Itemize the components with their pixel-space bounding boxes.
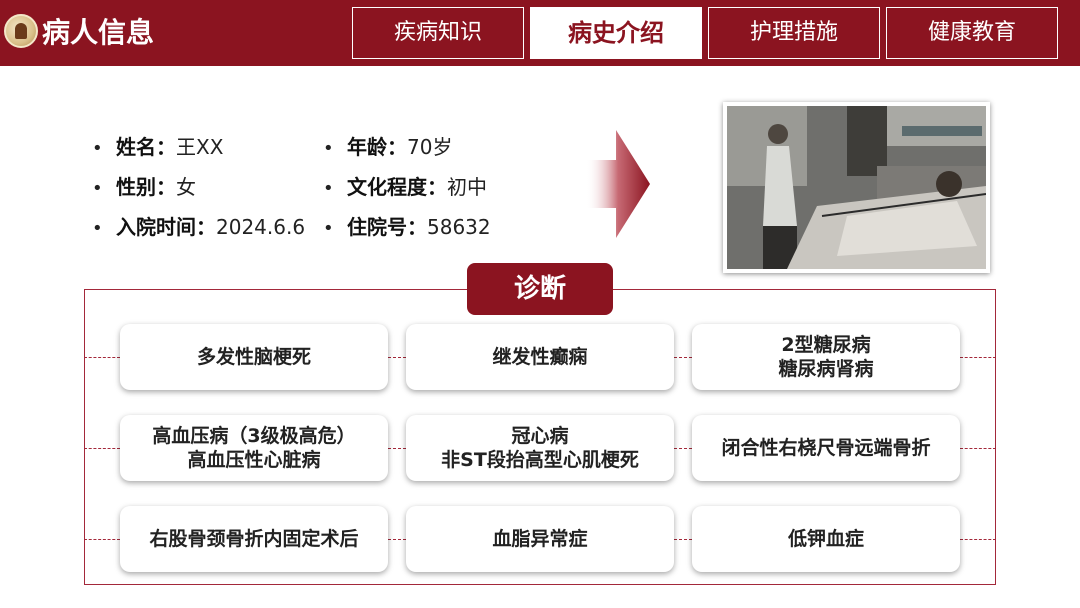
connector-line xyxy=(674,357,692,358)
connector-line xyxy=(960,539,996,540)
arrow-right-icon xyxy=(586,130,650,238)
connector-line xyxy=(84,357,120,358)
diagnosis-item: 2型糖尿病 糖尿病肾病 xyxy=(692,324,960,390)
connector-line xyxy=(674,448,692,449)
bullet: • xyxy=(323,138,334,159)
info-education: • 文化程度：初中 xyxy=(323,173,487,203)
diagnosis-line1: 右股骨颈骨折内固定术后 xyxy=(149,528,359,550)
education-value: 初中 xyxy=(447,175,487,199)
diagnosis-line2: 糖尿病肾病 xyxy=(778,358,874,380)
diagnosis-item: 血脂异常症 xyxy=(406,506,674,572)
diagnosis-line1: 血脂异常症 xyxy=(492,528,588,550)
name-value: 王XX xyxy=(176,135,224,159)
ward-photo xyxy=(723,102,990,273)
info-admission: • 入院时间：2024.6.6 xyxy=(92,213,305,243)
connector-line xyxy=(388,448,406,449)
diagnosis-item: 右股骨颈骨折内固定术后 xyxy=(120,506,388,572)
age-label: 年龄： xyxy=(347,135,407,159)
bullet: • xyxy=(92,218,103,239)
info-sex: • 性别：女 xyxy=(92,173,196,203)
admission-value: 2024.6.6 xyxy=(216,215,306,239)
bullet: • xyxy=(92,178,103,199)
education-label: 文化程度： xyxy=(347,175,447,199)
diagnosis-item: 闭合性右桡尺骨远端骨折 xyxy=(692,415,960,481)
connector-line xyxy=(674,539,692,540)
connector-line xyxy=(84,539,120,540)
diagnosis-line1: 多发性脑梗死 xyxy=(196,346,311,368)
sex-value: 女 xyxy=(176,175,196,199)
diagnosis-item: 多发性脑梗死 xyxy=(120,324,388,390)
diagnosis-item: 低钾血症 xyxy=(692,506,960,572)
hospital-logo xyxy=(4,14,38,48)
diagnosis-item: 高血压病（3级极高危） 高血压性心脏病 xyxy=(120,415,388,481)
diagnosis-line1: 闭合性右桡尺骨远端骨折 xyxy=(721,437,931,459)
diagnosis-line1: 2型糖尿病 xyxy=(781,334,871,356)
info-age: • 年龄：70岁 xyxy=(323,133,452,163)
tab-health-education[interactable]: 健康教育 xyxy=(886,7,1058,59)
name-label: 姓名： xyxy=(116,135,176,159)
age-value: 70岁 xyxy=(407,135,453,159)
connector-line xyxy=(960,448,996,449)
diagnosis-line1: 冠心病 xyxy=(511,425,569,447)
tab-medical-history[interactable]: 病史介绍 xyxy=(530,7,702,59)
diagnosis-item: 继发性癫痫 xyxy=(406,324,674,390)
tab-nursing-measures[interactable]: 护理措施 xyxy=(708,7,880,59)
diagnosis-line1: 高血压病（3级极高危） xyxy=(152,425,356,447)
info-inpatient-no: • 住院号：58632 xyxy=(323,213,491,243)
bullet: • xyxy=(323,178,334,199)
diagnosis-line1: 继发性癫痫 xyxy=(492,346,588,368)
diagnosis-title: 诊断 xyxy=(467,263,613,315)
bullet: • xyxy=(92,138,103,159)
diagnosis-line2: 高血压性心脏病 xyxy=(187,449,321,471)
connector-line xyxy=(960,357,996,358)
inpatient-label: 住院号： xyxy=(347,215,427,239)
page-title: 病人信息 xyxy=(42,16,155,49)
diagnosis-item: 冠心病 非ST段抬高型心肌梗死 xyxy=(406,415,674,481)
connector-line xyxy=(388,357,406,358)
sex-label: 性别： xyxy=(116,175,176,199)
info-name: • 姓名：王XX xyxy=(92,133,223,163)
header-bar: 病人信息 疾病知识 病史介绍 护理措施 健康教育 xyxy=(0,0,1080,66)
connector-line xyxy=(84,448,120,449)
admission-label: 入院时间： xyxy=(116,215,216,239)
tab-disease-knowledge[interactable]: 疾病知识 xyxy=(352,7,524,59)
inpatient-value: 58632 xyxy=(427,215,491,239)
diagnosis-line2: 非ST段抬高型心肌梗死 xyxy=(441,449,639,471)
connector-line xyxy=(388,539,406,540)
bullet: • xyxy=(323,218,334,239)
diagnosis-line1: 低钾血症 xyxy=(787,528,864,550)
